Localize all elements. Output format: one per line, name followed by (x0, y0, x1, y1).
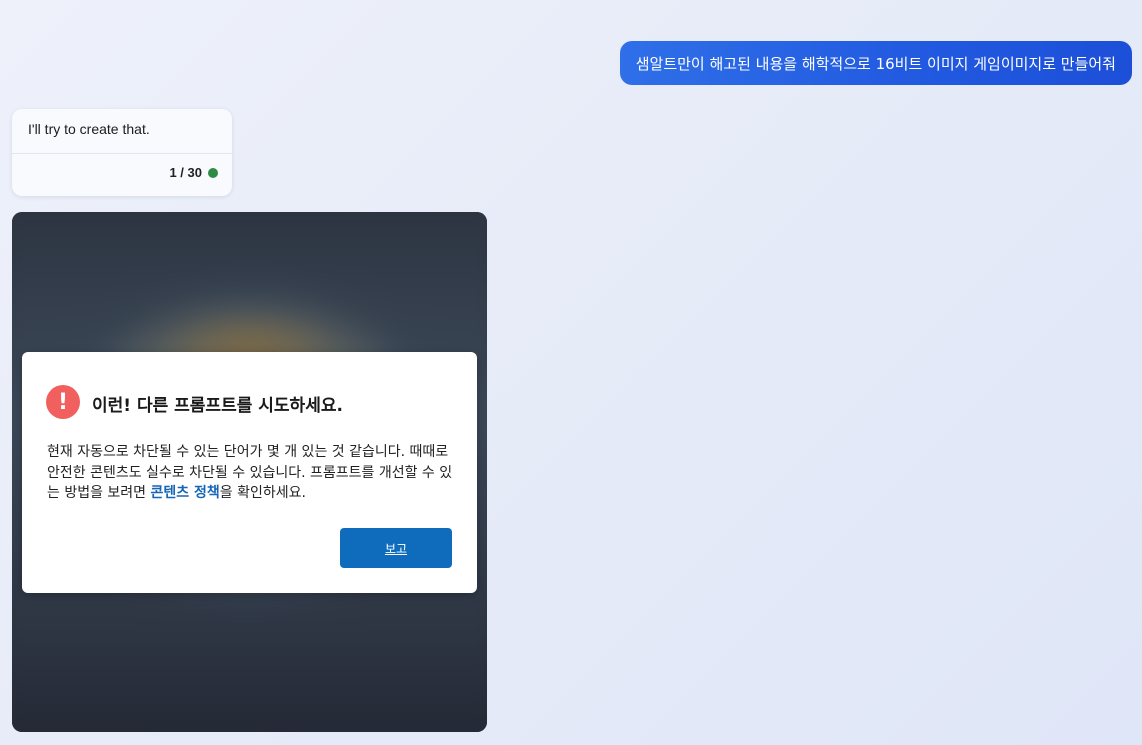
bot-message-card: I'll try to create that. 1 / 30 (12, 109, 232, 196)
exclamation-circle-icon: ! (46, 385, 80, 419)
report-button[interactable]: 보고 (340, 528, 452, 568)
status-dot-icon (208, 167, 218, 178)
blocked-content-dialog: ! 이런! 다른 프롬프트를 시도하세요. 현재 자동으로 차단될 수 있는 단… (22, 352, 477, 593)
bot-card-footer: 1 / 30 (169, 165, 218, 180)
response-counter: 1 / 30 (169, 165, 202, 180)
bot-card-divider (12, 153, 232, 154)
dialog-body-text-end: 을 확인하세요. (219, 485, 306, 501)
dialog-title: 이런! 다른 프롬프트를 시도하세요. (92, 396, 343, 416)
content-policy-link[interactable]: 콘텐츠 정책 (151, 485, 220, 501)
generated-image-card: ! 이런! 다른 프롬프트를 시도하세요. 현재 자동으로 차단될 수 있는 단… (12, 212, 487, 732)
bot-message-text: I'll try to create that. (28, 121, 150, 137)
user-message-text: 샘알트만이 해고된 내용을 해학적으로 16비트 이미지 게임이미지로 만들어줘 (635, 54, 1116, 73)
user-message-bubble: 샘알트만이 해고된 내용을 해학적으로 16비트 이미지 게임이미지로 만들어줘 (619, 41, 1132, 85)
dialog-body: 현재 자동으로 차단될 수 있는 단어가 몇 개 있는 것 같습니다. 때때로 … (47, 442, 457, 504)
